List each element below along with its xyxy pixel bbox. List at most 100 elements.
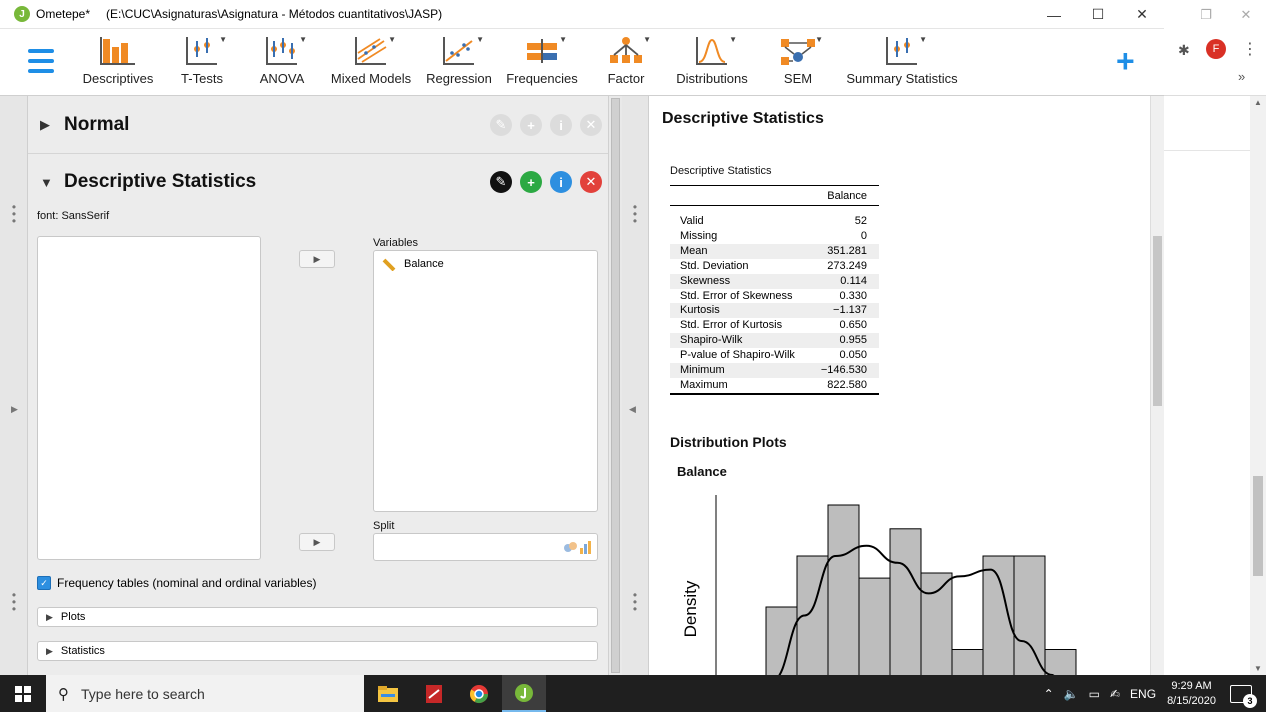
mixed-models-icon: ▼ bbox=[352, 35, 396, 67]
maximize-button[interactable]: ☐ bbox=[1076, 0, 1120, 29]
expand-data-panel-icon[interactable]: ▶ bbox=[11, 404, 18, 415]
volume-icon[interactable]: 🔈 bbox=[1064, 687, 1079, 701]
jasp-taskbar-app[interactable] bbox=[502, 675, 546, 712]
pdf-app[interactable] bbox=[412, 675, 456, 712]
splitter-handle-icon[interactable]: • • • bbox=[632, 201, 638, 227]
expand-triangle-icon[interactable]: ▶ bbox=[40, 117, 50, 133]
ribbon-summary-statistics[interactable]: ▼ Summary Statistics bbox=[846, 35, 958, 93]
browser-scrollbar[interactable]: ▲ ▼ bbox=[1250, 96, 1266, 675]
row-label: Std. Error of Skewness bbox=[680, 289, 793, 302]
split-box[interactable] bbox=[373, 533, 598, 561]
analysis-header-normal[interactable]: ▶ Normal ✎ + i ✕ bbox=[28, 97, 608, 153]
variables-label: Variables bbox=[373, 237, 419, 249]
browser-restore-button[interactable]: ❐ bbox=[1186, 7, 1226, 23]
row-label: P-value of Shapiro-Wilk bbox=[680, 349, 795, 362]
info-icon[interactable]: i bbox=[550, 114, 572, 136]
file-explorer-app[interactable] bbox=[366, 675, 410, 712]
analysis-header-descriptive[interactable]: ▼ Descriptive Statistics ✎ + i ✕ bbox=[28, 154, 608, 210]
hamburger-menu-icon[interactable] bbox=[28, 49, 54, 73]
ribbon-mixed-models[interactable]: ▼ Mixed Models bbox=[330, 35, 412, 93]
screen: J Ometepe* (E:\CUC\Asignaturas\Asignatur… bbox=[0, 0, 1266, 712]
browser-close-button[interactable]: ✕ bbox=[1226, 7, 1266, 23]
row-value: 0 bbox=[860, 229, 867, 242]
statistics-section[interactable]: ▶ Statistics bbox=[37, 641, 598, 661]
t-test-icon: ▼ bbox=[183, 35, 227, 67]
bar-chart-icon bbox=[99, 35, 137, 67]
notification-center-icon[interactable]: 3 bbox=[1230, 684, 1257, 708]
taskbar-search-box[interactable]: ⚲ Type here to search bbox=[46, 675, 364, 712]
ribbon-anova[interactable]: ▼ ANOVA bbox=[258, 35, 307, 93]
remove-icon[interactable]: ✕ bbox=[580, 114, 602, 136]
browser-menu-icon[interactable]: ⋮ bbox=[1242, 39, 1258, 59]
splitter-handle-icon-lower[interactable]: • • • bbox=[632, 589, 638, 615]
frequency-tables-label: Frequency tables (nominal and ordinal va… bbox=[57, 576, 317, 590]
close-button[interactable]: ✕ bbox=[1120, 0, 1164, 29]
data-panel-strip[interactable]: • • • ▶ • • • bbox=[0, 96, 28, 675]
list-item[interactable]: Balance bbox=[382, 257, 444, 271]
ribbon-frequencies[interactable]: ▼ Frequencies bbox=[506, 35, 578, 93]
ribbon-descriptives[interactable]: Descriptives bbox=[82, 35, 154, 93]
results-scroll-thumb[interactable] bbox=[1153, 236, 1162, 406]
extensions-puzzle-icon[interactable]: ✱ bbox=[1178, 42, 1190, 59]
jasp-icon bbox=[515, 683, 533, 702]
panel-drag-handle-icon[interactable]: • • • bbox=[11, 201, 17, 227]
ribbon-factor[interactable]: ▼ Factor bbox=[604, 35, 651, 93]
move-to-variables-button[interactable]: ▶ bbox=[299, 250, 335, 268]
duplicate-icon[interactable]: + bbox=[520, 171, 542, 193]
window-title-bar: J Ometepe* (E:\CUC\Asignaturas\Asignatur… bbox=[0, 0, 1164, 29]
info-icon[interactable]: i bbox=[550, 171, 572, 193]
profile-avatar[interactable]: F bbox=[1206, 39, 1226, 59]
pen-icon[interactable]: ✍ bbox=[1110, 687, 1120, 701]
duplicate-icon[interactable]: + bbox=[520, 114, 542, 136]
descriptive-statistics-table: Balance Valid 52 Missing 0 Mean 351.281 Std. D… bbox=[670, 185, 879, 395]
ribbon-distributions[interactable]: ▼ Distributions bbox=[674, 35, 750, 93]
window-app-name: Ometepe* bbox=[36, 7, 91, 21]
ribbon-sem-label: SEM bbox=[783, 71, 813, 86]
frequency-tables-checkbox-row[interactable]: ✓ Frequency tables (nominal and ordinal … bbox=[37, 576, 316, 590]
chrome-app[interactable] bbox=[457, 675, 501, 712]
edit-title-icon[interactable]: ✎ bbox=[490, 114, 512, 136]
clock[interactable]: 9:29 AM 8/15/2020 bbox=[1167, 679, 1216, 709]
show-hidden-icons-chevron-icon[interactable]: ⌃ bbox=[1044, 687, 1054, 701]
edit-title-icon[interactable]: ✎ bbox=[490, 171, 512, 193]
minimize-button[interactable]: — bbox=[1032, 0, 1076, 29]
ribbon-anova-label: ANOVA bbox=[259, 71, 305, 86]
move-to-split-button[interactable]: ▶ bbox=[299, 533, 335, 551]
row-value: 0.650 bbox=[839, 319, 867, 332]
variables-box[interactable]: Balance bbox=[373, 250, 598, 512]
collapse-options-icon[interactable]: ◀ bbox=[629, 404, 636, 415]
scroll-down-icon[interactable]: ▼ bbox=[1254, 664, 1262, 673]
panel-drag-handle-icon-lower[interactable]: • • • bbox=[11, 589, 17, 615]
battery-icon[interactable]: ▭ bbox=[1089, 687, 1100, 701]
add-module-plus-icon[interactable]: + bbox=[1116, 45, 1135, 77]
bookmarks-overflow-icon[interactable]: » bbox=[1238, 69, 1245, 84]
frequency-tables-checkbox[interactable]: ✓ bbox=[37, 576, 51, 590]
analysis-options-panel: ▶ Normal ✎ + i ✕ ▼ Descriptive Statistic… bbox=[28, 96, 608, 675]
distributions-icon: ▼ bbox=[693, 35, 737, 67]
results-scrollbar[interactable] bbox=[1150, 96, 1164, 675]
collapse-triangle-icon[interactable]: ▼ bbox=[40, 175, 53, 190]
remove-icon[interactable]: ✕ bbox=[580, 171, 602, 193]
browser-scroll-thumb[interactable] bbox=[1253, 476, 1263, 576]
results-splitter[interactable]: • • • ◀ • • • bbox=[622, 96, 649, 675]
plots-section[interactable]: ▶ Plots bbox=[37, 607, 598, 627]
scroll-up-icon[interactable]: ▲ bbox=[1254, 98, 1262, 107]
ribbon-sem[interactable]: ▼ SEM bbox=[778, 35, 823, 93]
available-variables-list[interactable] bbox=[37, 236, 261, 560]
start-button[interactable] bbox=[0, 675, 46, 712]
histogram-bar bbox=[920, 572, 953, 675]
histogram-bar bbox=[858, 577, 891, 675]
ribbon-regression[interactable]: ▼ Regression bbox=[426, 35, 492, 93]
row-value: 52 bbox=[854, 215, 867, 227]
density-axis-label: Density bbox=[681, 580, 700, 637]
table-row: Minimum −146.530 bbox=[670, 363, 879, 378]
system-tray: ⌃ 🔈 ▭ ✍ ENG 9:29 AM 8/15/2020 3 bbox=[1039, 675, 1266, 712]
options-scroll-thumb[interactable] bbox=[611, 98, 620, 673]
options-scrollbar[interactable] bbox=[608, 96, 622, 675]
ribbon-t-tests[interactable]: ▼ T-Tests bbox=[175, 35, 229, 93]
language-indicator[interactable]: ENG bbox=[1130, 687, 1156, 701]
row-label: Std. Error of Kurtosis bbox=[680, 319, 783, 332]
histogram-bar bbox=[982, 555, 1015, 675]
plot-variable-title: Balance bbox=[677, 464, 727, 479]
histogram-bar bbox=[889, 528, 922, 675]
